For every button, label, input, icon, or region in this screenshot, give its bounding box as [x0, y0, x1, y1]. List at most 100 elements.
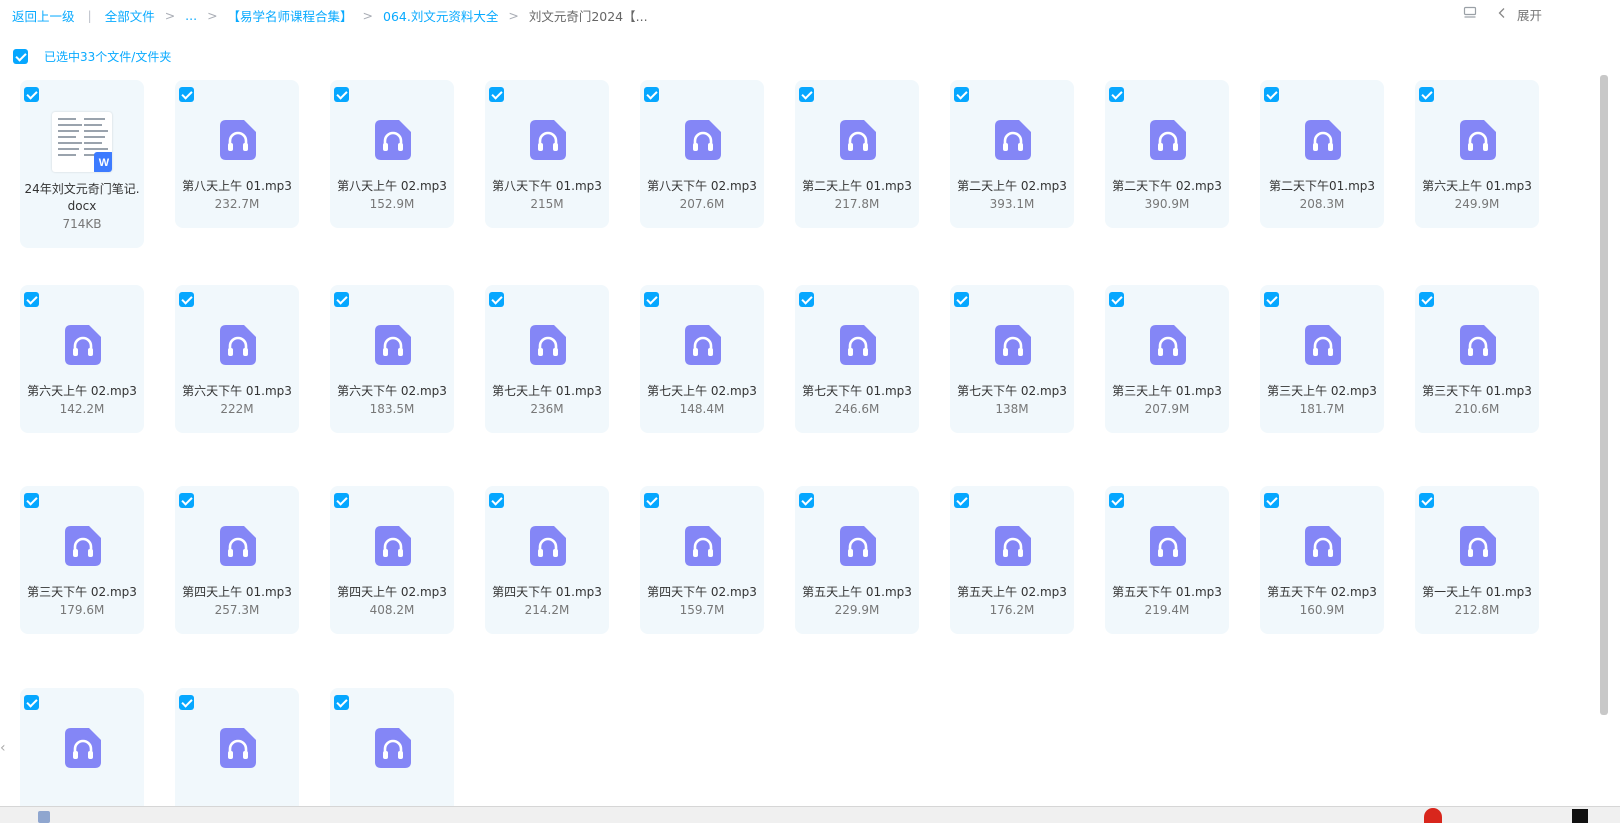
- expand-button[interactable]: 展开: [1517, 8, 1542, 23]
- file-card[interactable]: 第八天上午 01.mp3 232.7M: [175, 80, 299, 228]
- view-mode-icon[interactable]: [1463, 6, 1477, 23]
- audio-file-icon: [840, 325, 876, 365]
- selection-count-label: 已选中33个文件/文件夹: [44, 50, 172, 64]
- select-all-checkbox[interactable]: [13, 49, 28, 64]
- file-checkbox[interactable]: [1419, 292, 1434, 307]
- file-checkbox[interactable]: [954, 87, 969, 102]
- file-checkbox[interactable]: [179, 493, 194, 508]
- file-card[interactable]: 第三天上午 01.mp3 207.9M: [1105, 285, 1229, 433]
- file-checkbox[interactable]: [644, 87, 659, 102]
- file-size: 176.2M: [989, 603, 1035, 617]
- file-checkbox[interactable]: [24, 87, 39, 102]
- taskbar-tray-icon[interactable]: [1424, 808, 1442, 823]
- file-checkbox[interactable]: [179, 292, 194, 307]
- collapse-chevron-icon[interactable]: ‹: [0, 740, 6, 756]
- file-name: 第二天上午 02.mp3: [957, 179, 1067, 193]
- file-size: 142.2M: [59, 402, 105, 416]
- file-card[interactable]: 第七天上午 01.mp3 236M: [485, 285, 609, 433]
- file-card[interactable]: 第四天上午 02.mp3 408.2M: [330, 486, 454, 634]
- file-card[interactable]: 第七天上午 02.mp3 148.4M: [640, 285, 764, 433]
- file-card[interactable]: 第二天下午 02.mp3 390.9M: [1105, 80, 1229, 228]
- file-checkbox[interactable]: [1264, 292, 1279, 307]
- file-card[interactable]: [330, 688, 454, 806]
- file-size: 390.9M: [1144, 197, 1190, 211]
- file-size: 183.5M: [369, 402, 415, 416]
- file-card[interactable]: 第七天下午 02.mp3 138M: [950, 285, 1074, 433]
- file-checkbox[interactable]: [1109, 87, 1124, 102]
- file-checkbox[interactable]: [489, 493, 504, 508]
- file-card[interactable]: 第六天上午 01.mp3 249.9M: [1415, 80, 1539, 228]
- audio-file-icon: [995, 120, 1031, 160]
- file-checkbox[interactable]: [1419, 87, 1434, 102]
- file-name: 第七天上午 02.mp3: [647, 384, 757, 398]
- file-card[interactable]: [175, 688, 299, 806]
- breadcrumb-ellipsis[interactable]: ...: [185, 8, 197, 23]
- audio-file-icon: [220, 325, 256, 365]
- file-checkbox[interactable]: [799, 87, 814, 102]
- file-card[interactable]: 第三天上午 02.mp3 181.7M: [1260, 285, 1384, 433]
- file-card[interactable]: 第三天下午 02.mp3 179.6M: [20, 486, 144, 634]
- audio-file-icon: [65, 526, 101, 566]
- file-checkbox[interactable]: [24, 493, 39, 508]
- breadcrumb-folder-liuwenyuan[interactable]: 064.刘文元资料大全: [383, 6, 498, 25]
- file-size: 148.4M: [679, 402, 725, 416]
- file-card[interactable]: 第二天上午 01.mp3 217.8M: [795, 80, 919, 228]
- audio-file-icon: [685, 526, 721, 566]
- file-card[interactable]: 第八天下午 02.mp3 207.6M: [640, 80, 764, 228]
- audio-file-icon: [840, 120, 876, 160]
- file-card[interactable]: [20, 688, 144, 806]
- file-checkbox[interactable]: [489, 87, 504, 102]
- file-size: 229.9M: [834, 603, 880, 617]
- file-card[interactable]: 第二天下午01.mp3 208.3M: [1260, 80, 1384, 228]
- file-checkbox[interactable]: [1419, 493, 1434, 508]
- file-card[interactable]: 第五天上午 01.mp3 229.9M: [795, 486, 919, 634]
- breadcrumb-folder-course-collection[interactable]: 【易学名师课程合集】: [228, 6, 353, 25]
- file-card[interactable]: 第五天下午 02.mp3 160.9M: [1260, 486, 1384, 634]
- file-card[interactable]: 第七天下午 01.mp3 246.6M: [795, 285, 919, 433]
- breadcrumb-all-files[interactable]: 全部文件: [105, 6, 155, 25]
- file-checkbox[interactable]: [644, 493, 659, 508]
- file-checkbox[interactable]: [954, 493, 969, 508]
- file-card[interactable]: 第四天下午 02.mp3 159.7M: [640, 486, 764, 634]
- file-name: 第二天下午01.mp3: [1268, 179, 1376, 193]
- file-checkbox[interactable]: [489, 292, 504, 307]
- file-checkbox[interactable]: [334, 493, 349, 508]
- file-card[interactable]: 第五天上午 02.mp3 176.2M: [950, 486, 1074, 634]
- file-checkbox[interactable]: [1264, 87, 1279, 102]
- chevron-left-icon[interactable]: [1497, 7, 1507, 22]
- file-checkbox[interactable]: [179, 87, 194, 102]
- file-checkbox[interactable]: [334, 292, 349, 307]
- file-checkbox[interactable]: [644, 292, 659, 307]
- file-card[interactable]: 第三天下午 01.mp3 210.6M: [1415, 285, 1539, 433]
- audio-file-icon: [220, 728, 256, 768]
- file-checkbox[interactable]: [1109, 292, 1124, 307]
- file-checkbox[interactable]: [179, 695, 194, 710]
- taskbar-tray-icon[interactable]: [1572, 809, 1588, 823]
- file-card[interactable]: 第五天下午 01.mp3 219.4M: [1105, 486, 1229, 634]
- file-checkbox[interactable]: [24, 292, 39, 307]
- file-card[interactable]: 第四天上午 01.mp3 257.3M: [175, 486, 299, 634]
- file-card[interactable]: 第六天下午 01.mp3 222M: [175, 285, 299, 433]
- file-checkbox[interactable]: [334, 695, 349, 710]
- file-checkbox[interactable]: [799, 292, 814, 307]
- scrollbar[interactable]: [1600, 75, 1608, 715]
- file-card[interactable]: 第六天上午 02.mp3 142.2M: [20, 285, 144, 433]
- file-checkbox[interactable]: [1109, 493, 1124, 508]
- file-card[interactable]: 第二天上午 02.mp3 393.1M: [950, 80, 1074, 228]
- file-size: 214.2M: [524, 603, 570, 617]
- file-card[interactable]: 第一天上午 01.mp3 212.8M: [1415, 486, 1539, 634]
- file-card[interactable]: 第八天下午 01.mp3 215M: [485, 80, 609, 228]
- file-checkbox[interactable]: [799, 493, 814, 508]
- file-card[interactable]: 第八天上午 02.mp3 152.9M: [330, 80, 454, 228]
- taskbar-app-icon[interactable]: [38, 811, 50, 823]
- file-size: 210.6M: [1454, 402, 1500, 416]
- file-checkbox[interactable]: [954, 292, 969, 307]
- file-checkbox[interactable]: [1264, 493, 1279, 508]
- file-card[interactable]: 第四天下午 01.mp3 214.2M: [485, 486, 609, 634]
- file-checkbox[interactable]: [334, 87, 349, 102]
- file-name: 第二天上午 01.mp3: [802, 179, 912, 193]
- back-link[interactable]: 返回上一级: [12, 6, 75, 25]
- file-checkbox[interactable]: [24, 695, 39, 710]
- file-card[interactable]: W 24年刘文元奇门笔记.docx 714KB: [20, 80, 144, 248]
- file-card[interactable]: 第六天下午 02.mp3 183.5M: [330, 285, 454, 433]
